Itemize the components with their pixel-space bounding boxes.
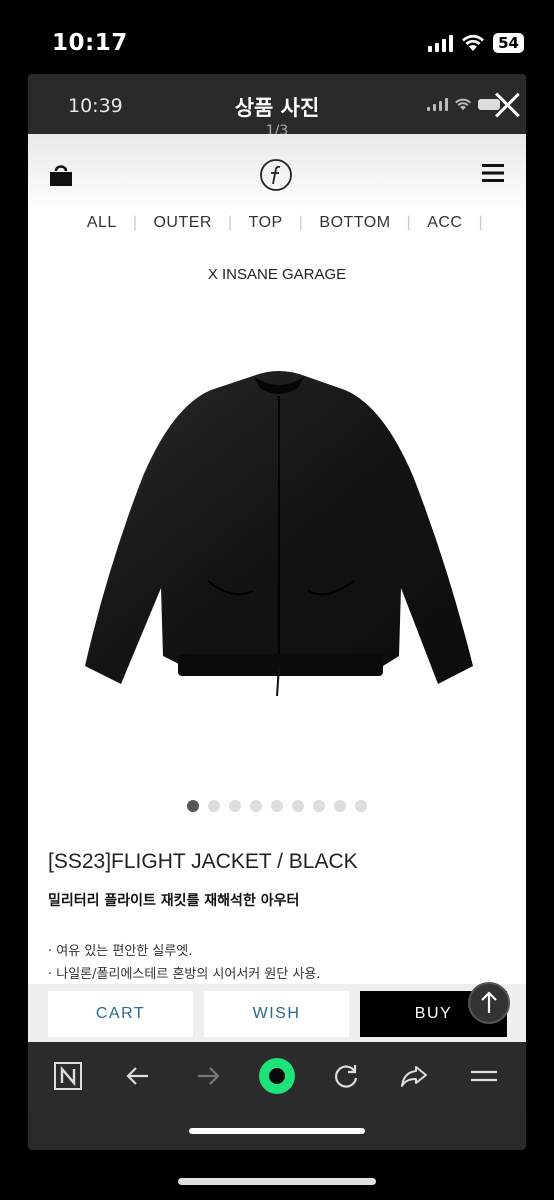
pager-dot[interactable] [292,800,304,812]
brand-logo-icon[interactable] [259,158,293,192]
product-image[interactable] [83,366,473,698]
hamburger-menu-icon[interactable] [482,164,504,182]
back-arrow-icon[interactable] [120,1058,156,1094]
browser-toolbar [28,1042,526,1110]
nav-bottom[interactable]: BOTTOM [303,214,406,232]
pager-dot[interactable] [355,800,367,812]
wish-button[interactable]: WISH [204,991,349,1037]
image-pager [28,800,526,812]
pager-dot[interactable] [229,800,241,812]
pager-dot[interactable] [250,800,262,812]
naver-n-icon[interactable] [50,1058,86,1094]
pager-dot[interactable] [334,800,346,812]
scroll-top-button[interactable] [468,982,510,1024]
nav-acc[interactable]: ACC [411,214,478,232]
wifi-icon [462,34,485,51]
nav-top[interactable]: TOP [233,214,299,232]
pager-dot[interactable] [187,800,199,812]
wifi-icon [455,98,471,111]
pager-dot[interactable] [313,800,325,812]
status-time: 10:17 [52,30,128,56]
category-nav: ALL | OUTER | TOP | BOTTOM | ACC | [28,214,526,232]
arrow-up-icon [481,991,497,1013]
share-icon[interactable] [396,1058,432,1094]
cart-button[interactable]: CART [48,991,193,1037]
signal-icon [427,98,448,111]
battery-icon: 54 [493,33,524,53]
purchase-bar: CART WISH BUY [28,984,526,1042]
signal-icon [428,34,454,52]
pager-dot[interactable] [208,800,220,812]
home-indicator [178,1178,376,1185]
nav-collab[interactable]: X INSANE GARAGE [28,266,526,283]
nav-all[interactable]: ALL [71,214,133,232]
desc-line: · 여유 있는 편안한 실루엣. [48,944,193,959]
green-home-icon[interactable] [257,1056,297,1096]
product-page: ALL | OUTER | TOP | BOTTOM | ACC | X INSANE G… [28,134,526,1044]
status-icons: 54 [428,33,524,53]
product-title: [SS23]FLIGHT JACKET / BLACK [48,850,358,873]
nav-outer[interactable]: OUTER [137,214,228,232]
close-icon[interactable] [494,92,520,118]
nav-divider: | [478,214,484,231]
menu-icon[interactable] [466,1058,502,1094]
viewer-home-indicator [189,1128,365,1134]
pager-dot[interactable] [271,800,283,812]
forward-arrow-icon[interactable] [190,1058,226,1094]
shopping-bag-icon[interactable] [48,162,74,188]
refresh-icon[interactable] [328,1058,364,1094]
desc-line: · 나일론/폴리에스테르 혼방의 시어서커 원단 사용. [48,967,321,982]
product-description: · 여유 있는 편안한 실루엣. · 나일론/폴리에스테르 혼방의 시어서커 원… [48,940,321,986]
product-subtitle: 밀리터리 플라이트 재킷를 재해석한 아우터 [48,893,300,909]
screenshot-viewer: 10:39 상품 사진 1/3 ALL | OUTER | TOP | BOTT… [28,74,526,1150]
viewer-status-icons [427,98,500,111]
